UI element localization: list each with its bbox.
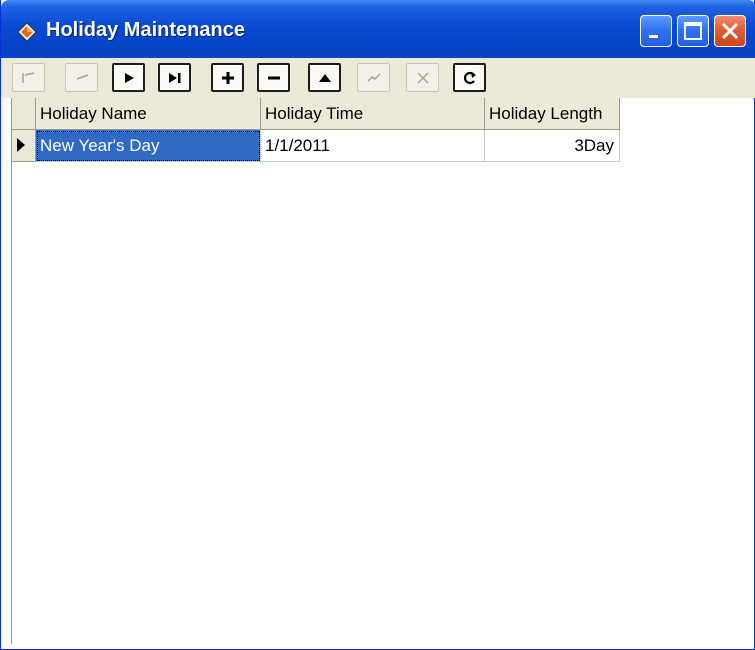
refresh-icon	[463, 71, 476, 84]
last-record-button[interactable]	[158, 63, 191, 92]
maximize-icon	[684, 22, 702, 40]
first-record-icon	[21, 71, 34, 83]
column-header-holiday-name[interactable]: Holiday Name	[36, 98, 261, 130]
cancel-edit-button[interactable]	[406, 63, 439, 92]
insert-record-button[interactable]	[211, 63, 244, 92]
post-edit-button[interactable]	[357, 63, 390, 92]
column-header-label: Holiday Length	[489, 104, 603, 123]
close-button[interactable]	[714, 15, 746, 47]
plus-icon	[221, 71, 234, 84]
minimize-button[interactable]	[640, 15, 672, 47]
column-header-holiday-length[interactable]: Holiday Length	[485, 98, 620, 130]
first-record-button[interactable]	[12, 63, 45, 92]
checkmark-icon	[366, 72, 381, 82]
minimize-icon	[649, 35, 658, 38]
column-header-holiday-time[interactable]: Holiday Time	[261, 98, 485, 130]
cell-holiday-length[interactable]: 3Day	[485, 130, 620, 162]
minus-icon	[267, 76, 280, 79]
maximize-button[interactable]	[677, 15, 709, 47]
holiday-maintenance-window: Holiday Maintenance Holiday Name Holiday…	[0, 0, 755, 650]
title-bar[interactable]: Holiday Maintenance	[1, 0, 755, 58]
x-icon	[416, 71, 429, 84]
prior-record-button[interactable]	[65, 63, 98, 92]
prior-record-icon	[76, 73, 88, 80]
column-header-label: Holiday Time	[265, 104, 364, 123]
delete-record-button[interactable]	[257, 63, 290, 92]
current-row-arrow-icon	[17, 138, 25, 152]
triangle-up-icon	[318, 73, 331, 82]
cell-holiday-time[interactable]: 1/1/2011	[261, 130, 485, 162]
next-record-button[interactable]	[112, 63, 145, 92]
column-header-label: Holiday Name	[40, 104, 147, 123]
grid-corner	[12, 98, 36, 130]
row-indicator[interactable]	[12, 130, 36, 162]
holiday-grid: Holiday Name Holiday Time Holiday Length…	[11, 98, 747, 644]
cell-holiday-name[interactable]: New Year's Day	[36, 130, 261, 162]
app-diamond-icon	[17, 22, 37, 42]
next-record-icon	[124, 72, 134, 83]
refresh-data-button[interactable]	[453, 63, 486, 92]
last-record-icon	[168, 72, 180, 83]
window-title: Holiday Maintenance	[46, 19, 245, 41]
edit-record-button[interactable]	[308, 63, 341, 92]
close-icon	[721, 22, 739, 40]
navigator-toolbar	[1, 58, 755, 98]
